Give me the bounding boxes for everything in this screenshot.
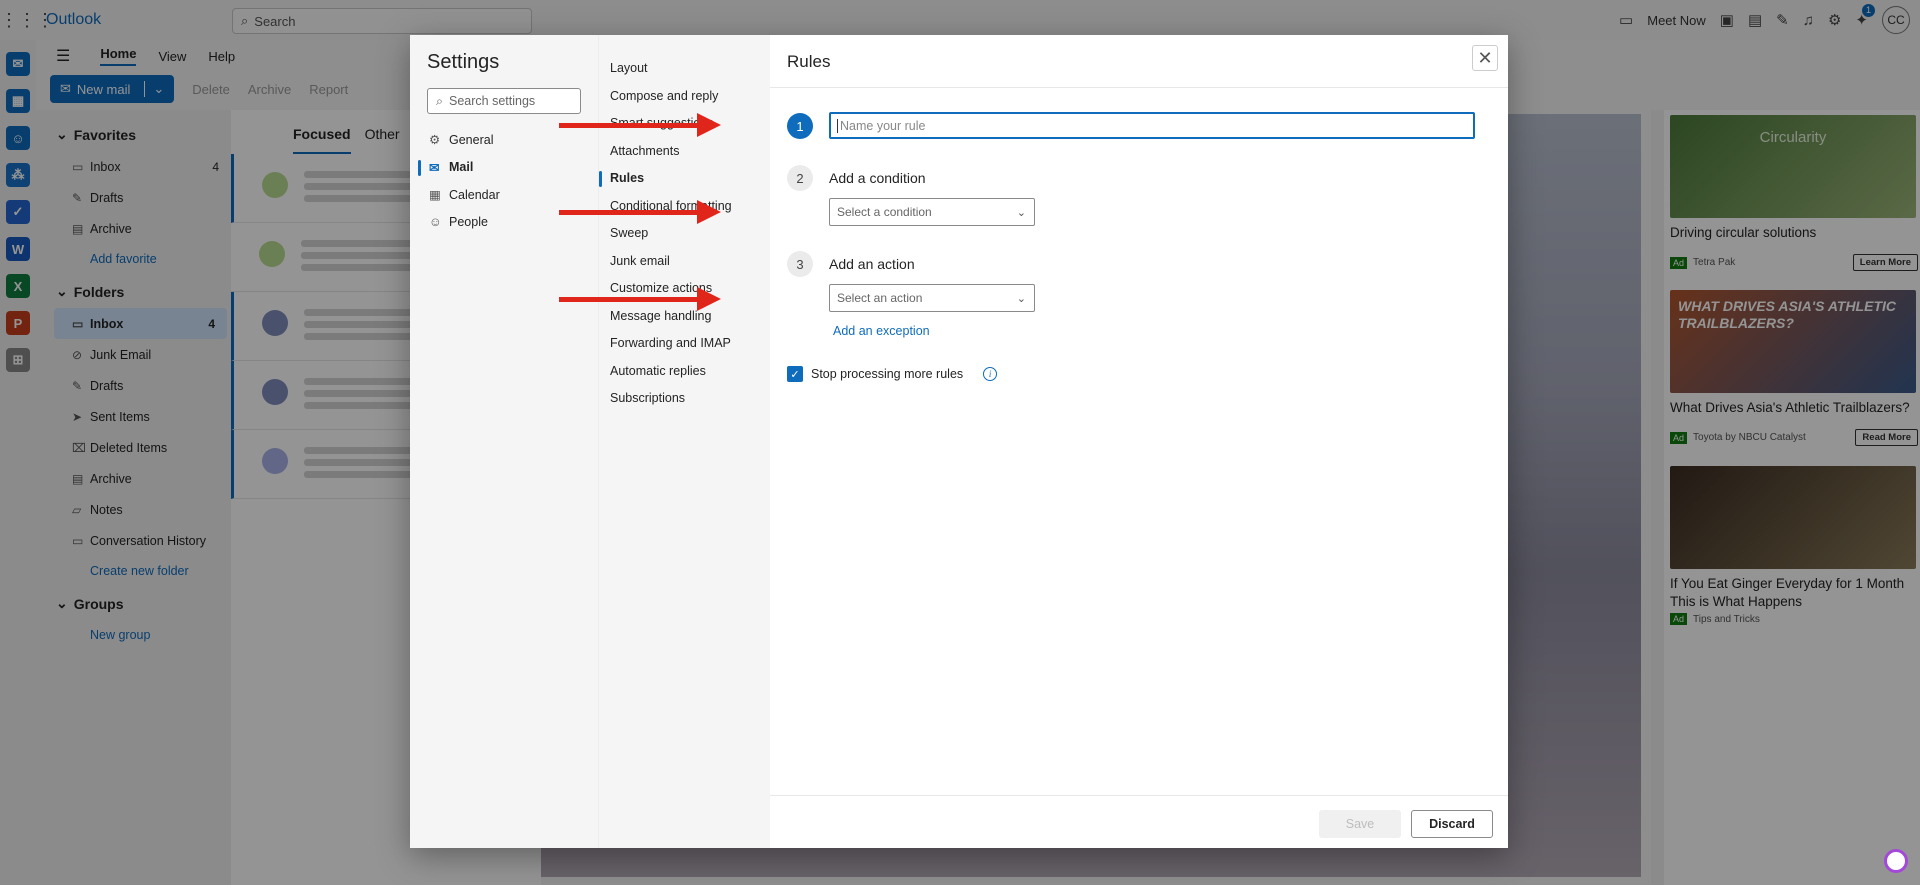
action-placeholder: Select an action xyxy=(837,291,923,305)
condition-placeholder: Select a condition xyxy=(837,205,932,219)
save-button[interactable]: Save xyxy=(1319,810,1401,838)
settings-search-placeholder: Search settings xyxy=(449,94,536,108)
settings-title: Settings xyxy=(427,51,500,73)
close-icon: ✕ xyxy=(1477,47,1493,68)
subnav-rules[interactable]: Rules xyxy=(599,165,770,193)
clickup-logo-icon[interactable] xyxy=(1884,849,1908,873)
rule-name-placeholder: Name your rule xyxy=(840,118,926,133)
text-caret xyxy=(837,118,838,133)
stop-processing-label[interactable]: Stop processing more rules xyxy=(811,367,963,381)
subnav-layout[interactable]: Layout xyxy=(599,55,770,83)
add-exception-link[interactable]: Add an exception xyxy=(833,324,930,338)
gear-icon: ⚙ xyxy=(429,133,441,148)
envelope-icon: ✉ xyxy=(429,160,440,175)
chevron-down-icon: ⌄ xyxy=(1016,292,1026,305)
condition-dropdown[interactable]: Select a condition ⌄ xyxy=(829,198,1035,226)
step-1-indicator: 1 xyxy=(787,113,813,139)
action-dropdown[interactable]: Select an action ⌄ xyxy=(829,284,1035,312)
settings-category-mail[interactable]: ✉ Mail xyxy=(418,154,598,182)
subnav-junk-email[interactable]: Junk email xyxy=(599,248,770,276)
close-button[interactable]: ✕ xyxy=(1472,45,1498,71)
divider xyxy=(770,795,1508,796)
annotation-arrow xyxy=(559,113,721,137)
settings-nav: Settings ⌕ Search settings ⚙ General ✉ Mai… xyxy=(410,35,598,848)
add-action-label: Add an action xyxy=(829,256,915,272)
stop-processing-checkbox[interactable]: ✓ xyxy=(787,366,803,382)
settings-category-calendar[interactable]: ▦ Calendar xyxy=(427,181,598,209)
rule-name-input[interactable]: Name your rule xyxy=(829,112,1475,139)
annotation-arrow xyxy=(559,200,721,224)
subnav-attachments[interactable]: Attachments xyxy=(599,138,770,166)
chevron-down-icon: ⌄ xyxy=(1016,206,1026,219)
annotation-arrow xyxy=(559,287,721,311)
subnav-forwarding-and-imap[interactable]: Forwarding and IMAP xyxy=(599,330,770,358)
panel-title: Rules xyxy=(787,52,831,71)
info-icon[interactable]: i xyxy=(983,367,998,381)
subnav-compose-and-reply[interactable]: Compose and reply xyxy=(599,83,770,111)
subnav-subscriptions[interactable]: Subscriptions xyxy=(599,385,770,413)
subnav-message-handling[interactable]: Message handling xyxy=(599,303,770,331)
settings-search-input[interactable]: ⌕ Search settings xyxy=(427,88,581,114)
settings-category-general[interactable]: ⚙ General xyxy=(427,126,598,154)
subnav-automatic-replies[interactable]: Automatic replies xyxy=(599,358,770,386)
search-icon: ⌕ xyxy=(436,93,444,108)
subnav-conditional-formatting[interactable]: Conditional formatting xyxy=(599,193,770,221)
discard-button[interactable]: Discard xyxy=(1411,810,1493,838)
settings-dialog: Settings ⌕ Search settings ⚙ General ✉ Mai… xyxy=(410,35,1508,848)
add-condition-label: Add a condition xyxy=(829,170,926,186)
step-2-indicator: 2 xyxy=(787,165,813,191)
subnav-sweep[interactable]: Sweep xyxy=(599,220,770,248)
calendar-icon: ▦ xyxy=(429,188,441,203)
settings-subnav: Layout Compose and reply Smart suggestio… xyxy=(598,35,770,848)
rules-panel: Rules ✕ 1 Name your rule 2 Add a conditi… xyxy=(770,35,1508,848)
divider xyxy=(770,87,1508,88)
stop-processing-row: ✓ Stop processing more rules i xyxy=(787,366,998,382)
people-icon: ☺ xyxy=(429,215,442,230)
step-3-indicator: 3 xyxy=(787,251,813,277)
